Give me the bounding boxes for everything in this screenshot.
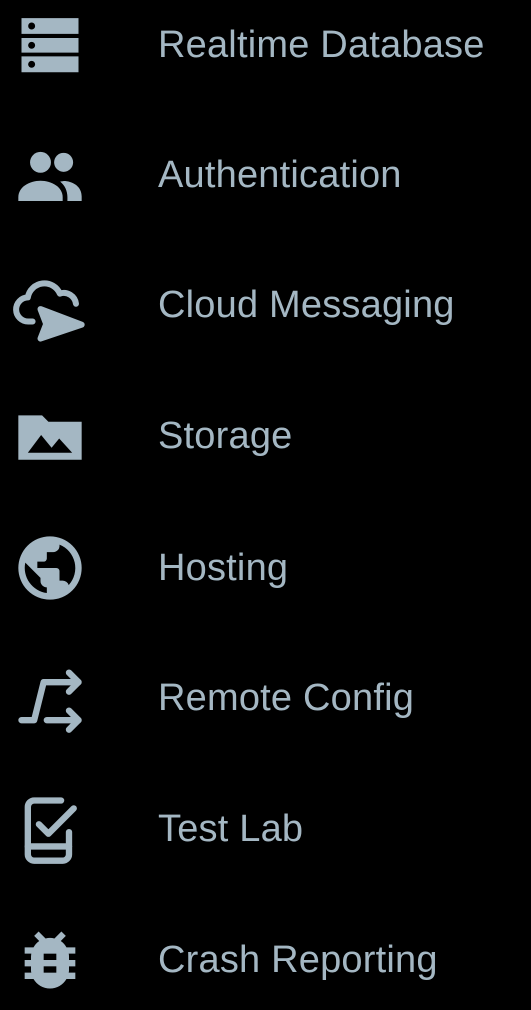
nav-item-hosting[interactable]: Hosting bbox=[0, 518, 531, 618]
nav-item-cloud-messaging[interactable]: Cloud Messaging bbox=[0, 255, 531, 355]
nav-item-storage[interactable]: Storage bbox=[0, 386, 531, 486]
nav-item-label: Authentication bbox=[158, 153, 402, 196]
bug-icon bbox=[12, 922, 88, 998]
people-icon bbox=[12, 137, 88, 213]
phone-check-icon bbox=[12, 791, 88, 867]
database-icon bbox=[12, 7, 88, 83]
firebase-nav-menu: Realtime Database Authentication Cloud M… bbox=[0, 0, 531, 989]
nav-item-label: Crash Reporting bbox=[158, 938, 438, 981]
nav-item-label: Test Lab bbox=[158, 807, 304, 850]
remote-config-icon bbox=[12, 660, 88, 736]
nav-item-label: Cloud Messaging bbox=[158, 283, 455, 326]
nav-item-label: Storage bbox=[158, 414, 293, 457]
nav-item-crash-reporting[interactable]: Crash Reporting bbox=[0, 910, 531, 1010]
photo-folder-icon bbox=[12, 398, 88, 474]
globe-icon bbox=[12, 530, 88, 606]
nav-item-realtime-database[interactable]: Realtime Database bbox=[0, 0, 531, 95]
nav-item-label: Realtime Database bbox=[158, 23, 485, 66]
nav-item-label: Remote Config bbox=[158, 676, 415, 719]
nav-item-label: Hosting bbox=[158, 546, 289, 589]
nav-item-authentication[interactable]: Authentication bbox=[0, 125, 531, 225]
nav-item-remote-config[interactable]: Remote Config bbox=[0, 648, 531, 748]
cloud-send-icon bbox=[12, 267, 88, 343]
nav-item-test-lab[interactable]: Test Lab bbox=[0, 779, 531, 879]
